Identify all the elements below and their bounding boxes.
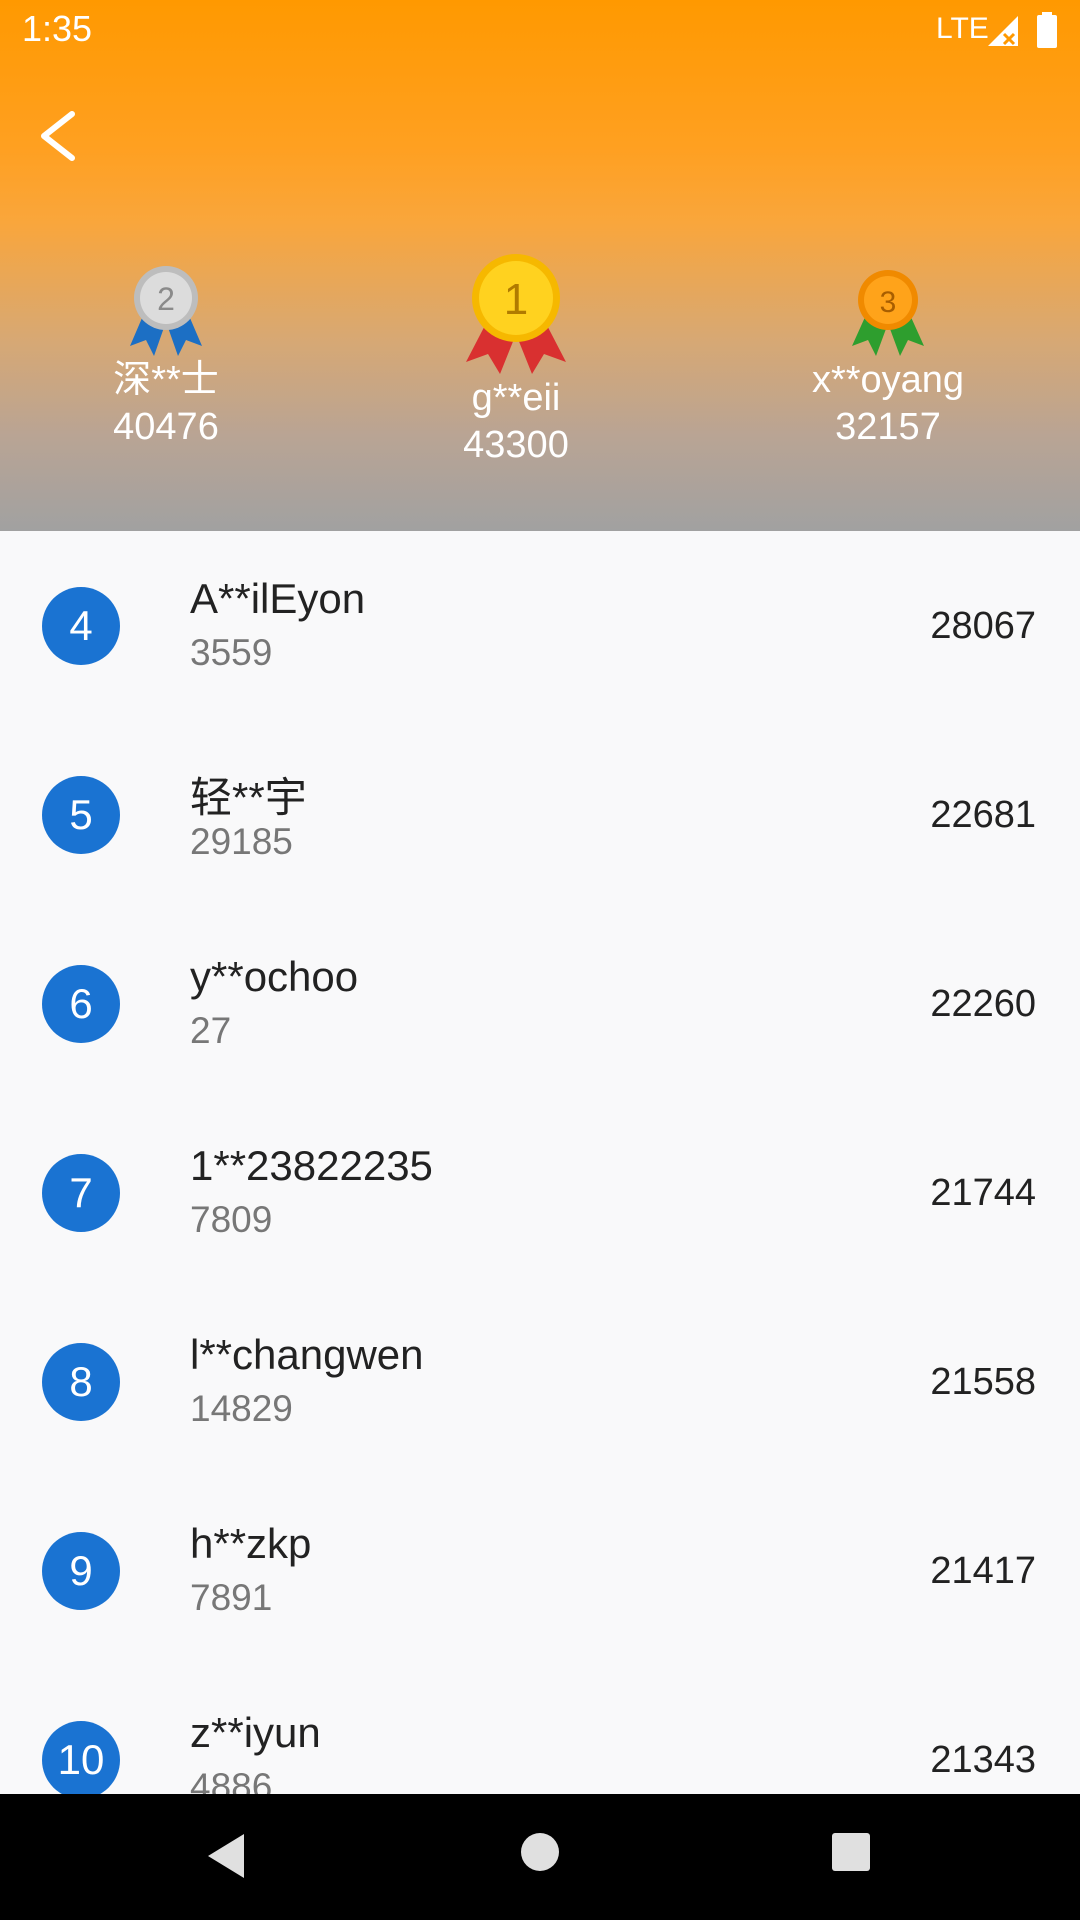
svg-text:2: 2 <box>157 281 175 317</box>
podium-second-name: 深**士 <box>113 359 219 401</box>
user-sub-value: 7891 <box>190 1577 273 1618</box>
podium-third-score: 32157 <box>835 406 941 448</box>
list-item[interactable]: 8 l**changwen 14829 21558 <box>0 1287 1080 1476</box>
user-sub-value: 7809 <box>190 1199 273 1240</box>
silver-medal-icon: 2 <box>130 266 202 356</box>
user-sub-value: 27 <box>190 1010 232 1051</box>
list-item[interactable]: 6 y**ochoo 27 22260 <box>0 909 1080 1098</box>
user-name: A**ilEyon <box>190 575 366 622</box>
podium-second-score: 40476 <box>113 406 219 448</box>
user-sub-value: 14829 <box>190 1388 293 1429</box>
user-points: 28067 <box>930 605 1036 647</box>
svg-text:1: 1 <box>504 275 528 324</box>
rank-badge: 8 <box>42 1343 120 1421</box>
user-points: 22681 <box>930 794 1036 836</box>
user-name: l**changwen <box>190 1331 424 1378</box>
podium-first-name: g**eii <box>471 377 561 419</box>
nav-home-icon[interactable] <box>518 1830 562 1874</box>
list-item[interactable]: 5 轻**宇 29185 22681 <box>0 720 1080 909</box>
user-name: h**zkp <box>190 1520 312 1567</box>
back-arrow-icon[interactable] <box>32 100 88 172</box>
system-nav-bar <box>0 1794 1080 1920</box>
user-points: 21744 <box>930 1172 1036 1214</box>
user-sub-value: 3559 <box>190 632 273 673</box>
rank-badge: 10 <box>42 1721 120 1794</box>
nav-back-icon[interactable] <box>204 1830 256 1882</box>
user-points: 21417 <box>930 1550 1036 1592</box>
podium-third-name: x**oyang <box>811 359 965 401</box>
battery-icon <box>1037 12 1057 48</box>
user-points: 22260 <box>930 983 1036 1025</box>
signal-icon <box>988 16 1018 46</box>
podium-second[interactable]: 2 深**士 40476 <box>66 264 266 450</box>
network-type: LTE <box>936 12 989 45</box>
user-points: 21558 <box>930 1361 1036 1403</box>
leaderboard-header: 1:35 LTE 2 深**士 40476 1 g**eii 43300 3 x… <box>0 0 1080 531</box>
gold-medal-icon: 1 <box>466 254 566 374</box>
rank-badge: 5 <box>42 776 120 854</box>
rank-badge: 7 <box>42 1154 120 1232</box>
rank-badge: 4 <box>42 587 120 665</box>
podium-first-score: 43300 <box>463 424 569 466</box>
nav-recents-icon[interactable] <box>830 1830 872 1874</box>
status-bar: 1:35 LTE <box>0 0 1080 64</box>
svg-text:3: 3 <box>880 286 897 319</box>
user-name: z**iyun <box>190 1709 321 1756</box>
list-item[interactable]: 10 z**iyun 4886 21343 <box>0 1665 1080 1794</box>
podium-third[interactable]: 3 x**oyang 32157 <box>788 268 988 450</box>
podium-first[interactable]: 1 g**eii 43300 <box>416 250 616 468</box>
bronze-medal-icon: 3 <box>852 270 924 356</box>
status-time: 1:35 <box>22 8 93 49</box>
user-name: y**ochoo <box>190 953 359 1000</box>
list-item[interactable]: 4 A**ilEyon 3559 28067 <box>0 531 1080 720</box>
list-item[interactable]: 9 h**zkp 7891 21417 <box>0 1476 1080 1665</box>
list-item[interactable]: 7 1**23822235 7809 21744 <box>0 1098 1080 1287</box>
user-points: 21343 <box>930 1739 1036 1781</box>
rank-badge: 6 <box>42 965 120 1043</box>
user-name: 1**23822235 <box>190 1142 433 1189</box>
user-sub-value: 4886 <box>190 1766 273 1794</box>
leaderboard-list[interactable]: 4 A**ilEyon 3559 28067 5 轻**宇 29185 2268… <box>0 531 1080 1794</box>
user-name: 轻**宇 <box>190 774 307 821</box>
user-sub-value: 29185 <box>190 821 293 862</box>
rank-badge: 9 <box>42 1532 120 1610</box>
